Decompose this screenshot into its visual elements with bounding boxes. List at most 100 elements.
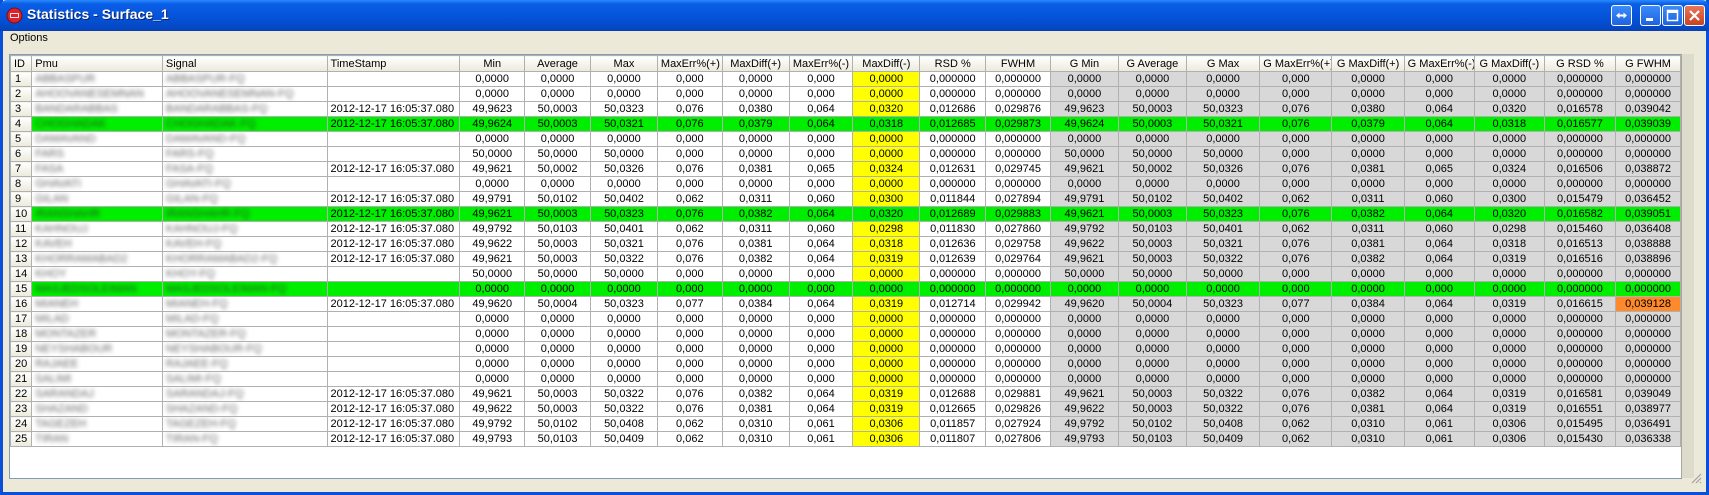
value-cell[interactable]: 0,0000	[524, 71, 591, 87]
value-cell[interactable]: 50,0000	[1185, 146, 1261, 162]
value-cell[interactable]: 0,000	[788, 281, 854, 297]
value-cell[interactable]: 0,062	[1259, 221, 1333, 237]
value-cell[interactable]: 0,000000	[1615, 281, 1681, 297]
value-cell[interactable]: 0,000	[1403, 266, 1475, 282]
value-cell[interactable]: 0,029876	[985, 101, 1051, 117]
value-cell[interactable]: 0,0324	[852, 161, 921, 177]
value-cell[interactable]: 49,9792	[459, 221, 526, 237]
value-cell[interactable]: 0,0000	[721, 176, 790, 192]
table-row[interactable]: 14 KHOY KHOY-FQ 50,0000 50,0000 50,0000 0,000 0…	[10, 266, 1681, 282]
row-id-cell[interactable]: 6	[10, 146, 33, 162]
value-cell[interactable]: 0,0000	[721, 146, 790, 162]
column-header[interactable]: G Average	[1117, 55, 1187, 72]
value-cell[interactable]: 0,000000	[1615, 71, 1681, 87]
row-id-cell[interactable]: 15	[10, 281, 33, 297]
value-cell[interactable]: 0,0000	[1049, 86, 1119, 102]
value-cell[interactable]: 0,0000	[1049, 176, 1119, 192]
value-cell[interactable]: 0,0000	[1185, 86, 1261, 102]
value-cell[interactable]: 0,000000	[919, 266, 987, 282]
value-cell[interactable]: 0,000	[788, 176, 854, 192]
pmu-cell[interactable]: SALIMI	[31, 371, 163, 387]
table-row[interactable]: 12 KAVEH KAVEH-FQ 2012-12-17 16:05:37.080 49…	[10, 236, 1681, 252]
value-cell[interactable]: 0,0000	[524, 281, 591, 297]
pmu-cell[interactable]: GHAVATI	[31, 176, 163, 192]
value-cell[interactable]: 0,000000	[985, 146, 1051, 162]
value-cell[interactable]: 0,0000	[1185, 326, 1261, 342]
row-id-cell[interactable]: 22	[10, 386, 33, 402]
value-cell[interactable]: 50,0003	[524, 101, 591, 117]
value-cell[interactable]: 0,0379	[1331, 116, 1405, 132]
value-cell[interactable]: 0,000000	[919, 281, 987, 297]
value-cell[interactable]: 50,0323	[589, 206, 658, 222]
signal-cell[interactable]: MASJEDSOLEIMAN-FQ	[161, 281, 328, 297]
value-cell[interactable]: 50,0409	[1185, 431, 1261, 447]
value-cell[interactable]: 0,012688	[919, 386, 987, 402]
value-cell[interactable]: 0,0000	[459, 311, 526, 327]
value-cell[interactable]: 50,0003	[524, 251, 591, 267]
column-header[interactable]: Min	[459, 55, 526, 72]
value-cell[interactable]: 49,9791	[459, 191, 526, 207]
value-cell[interactable]: 0,062	[1259, 431, 1333, 447]
value-cell[interactable]: 0,000	[1403, 146, 1475, 162]
table-row[interactable]: 18 MONTAZER MONTAZER-FQ 0,0000 0,0000 0,0000 0…	[10, 326, 1681, 342]
value-cell[interactable]: 50,0003	[524, 386, 591, 402]
row-id-cell[interactable]: 25	[10, 431, 33, 447]
value-cell[interactable]: 0,011830	[919, 221, 987, 237]
value-cell[interactable]: 0,0320	[852, 206, 921, 222]
value-cell[interactable]: 0,0000	[1473, 176, 1545, 192]
value-cell[interactable]: 0,000	[1259, 146, 1333, 162]
timestamp-cell[interactable]: 2012-12-17 16:05:37.080	[326, 386, 461, 402]
value-cell[interactable]: 0,000	[1403, 341, 1475, 357]
value-cell[interactable]: 49,9792	[459, 416, 526, 432]
value-cell[interactable]: 0,012636	[919, 236, 987, 252]
row-id-cell[interactable]: 13	[10, 251, 33, 267]
value-cell[interactable]: 0,036491	[1615, 416, 1681, 432]
value-cell[interactable]: 0,0000	[852, 326, 921, 342]
value-cell[interactable]: 0,064	[1403, 401, 1475, 417]
row-id-cell[interactable]: 18	[10, 326, 33, 342]
value-cell[interactable]: 0,039039	[1615, 116, 1681, 132]
value-cell[interactable]: 0,076	[1259, 386, 1333, 402]
value-cell[interactable]: 50,0102	[524, 416, 591, 432]
menu-options[interactable]: Options	[10, 32, 48, 44]
value-cell[interactable]: 0,0000	[1185, 371, 1261, 387]
row-id-cell[interactable]: 5	[10, 131, 33, 147]
value-cell[interactable]: 0,076	[1259, 116, 1333, 132]
value-cell[interactable]: 0,0000	[589, 356, 658, 372]
row-id-cell[interactable]: 9	[10, 191, 33, 207]
value-cell[interactable]: 0,0000	[852, 71, 921, 87]
value-cell[interactable]: 50,0003	[524, 116, 591, 132]
pmu-cell[interactable]: SHAZAND	[31, 401, 163, 417]
value-cell[interactable]: 50,0000	[1049, 266, 1119, 282]
value-cell[interactable]: 0,000	[656, 326, 723, 342]
value-cell[interactable]: 0,000	[1403, 131, 1475, 147]
value-cell[interactable]: 0,0000	[459, 71, 526, 87]
value-cell[interactable]: 0,000000	[985, 311, 1051, 327]
value-cell[interactable]: 0,000000	[1543, 356, 1617, 372]
value-cell[interactable]: 0,0000	[1117, 356, 1187, 372]
value-cell[interactable]: 0,000	[1259, 281, 1333, 297]
value-cell[interactable]: 0,011857	[919, 416, 987, 432]
value-cell[interactable]: 0,0319	[852, 251, 921, 267]
signal-cell[interactable]: KAHNOUJ-FQ	[161, 221, 328, 237]
value-cell[interactable]: 49,9622	[1049, 401, 1119, 417]
signal-cell[interactable]: KHOY-FQ	[161, 266, 328, 282]
value-cell[interactable]: 0,0000	[459, 131, 526, 147]
pmu-cell[interactable]: BANDARABBAS	[31, 101, 163, 117]
value-cell[interactable]: 0,016513	[1543, 236, 1617, 252]
value-cell[interactable]: 0,000000	[919, 86, 987, 102]
value-cell[interactable]: 0,000000	[985, 281, 1051, 297]
value-cell[interactable]: 0,062	[656, 221, 723, 237]
pmu-cell[interactable]: KAHNOUJ	[31, 221, 163, 237]
value-cell[interactable]: 0,000	[656, 281, 723, 297]
signal-cell[interactable]: SARANDAJ-FQ	[161, 386, 328, 402]
value-cell[interactable]: 0,011807	[919, 431, 987, 447]
value-cell[interactable]: 0,062	[656, 431, 723, 447]
value-cell[interactable]: 0,076	[1259, 206, 1333, 222]
value-cell[interactable]: 50,0003	[1117, 236, 1187, 252]
value-cell[interactable]: 50,0000	[459, 146, 526, 162]
value-cell[interactable]: 0,0311	[1331, 221, 1405, 237]
value-cell[interactable]: 50,0103	[1117, 431, 1187, 447]
value-cell[interactable]: 0,0306	[1473, 431, 1545, 447]
value-cell[interactable]: 0,000000	[919, 176, 987, 192]
